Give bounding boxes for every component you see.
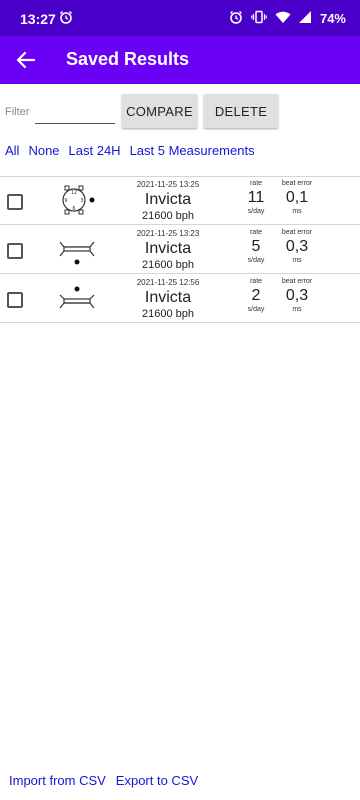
back-arrow-icon[interactable] <box>14 48 38 72</box>
vibrate-icon <box>251 10 267 27</box>
rate-value: 5 <box>251 238 261 255</box>
row-checkbox[interactable] <box>7 194 23 210</box>
beat-error-column: beat error 0,1 ms <box>276 180 318 215</box>
export-csv-link[interactable]: Export to CSV <box>116 773 198 788</box>
rate-column: rate 11 s/day <box>236 180 276 215</box>
filter-toolbar: Filter COMPARE DELETE <box>0 92 360 132</box>
beat-error-value: 0,1 <box>285 189 309 206</box>
beat-error-value: 0,3 <box>285 287 309 304</box>
watch-name: Invicta <box>144 191 192 208</box>
battery-percentage: 74% <box>319 10 346 26</box>
measurement-date: 2021-11-25 12:56 <box>136 278 200 287</box>
alarm-clock-icon <box>229 10 243 27</box>
dial-up-icon: 12 6 9 3 <box>57 183 97 219</box>
beat-error-label: beat error <box>281 180 313 187</box>
select-last-24h-link[interactable]: Last 24H <box>69 143 121 158</box>
alarm-clock-icon <box>59 10 73 29</box>
beat-error-label: beat error <box>281 278 313 285</box>
measurement-date: 2021-11-25 13:23 <box>136 229 200 238</box>
beat-error-label: beat error <box>281 229 313 236</box>
crown-up-icon <box>57 281 97 317</box>
row-checkbox[interactable] <box>7 292 23 308</box>
beat-error-unit: ms <box>292 208 302 215</box>
csv-actions: Import from CSV Export to CSV <box>9 773 198 788</box>
select-last-5-link[interactable]: Last 5 Measurements <box>130 143 255 158</box>
row-checkbox[interactable] <box>7 243 23 259</box>
watch-bph: 21600 bph <box>142 308 194 320</box>
watch-name: Invicta <box>144 289 192 306</box>
select-none-link[interactable]: None <box>28 143 59 158</box>
beat-error-column: beat error 0,3 ms <box>276 278 318 313</box>
page-title: Saved Results <box>66 49 190 69</box>
app-bar: Saved Results <box>0 36 360 84</box>
status-right-icons: 74% <box>229 10 346 26</box>
signal-icon <box>298 10 312 27</box>
svg-text:9: 9 <box>64 198 67 204</box>
result-row[interactable]: 12 6 9 3 2021-11-25 13:25 Invicta 21600 … <box>0 177 360 225</box>
import-csv-link[interactable]: Import from CSV <box>9 773 106 788</box>
rate-column: rate 2 s/day <box>236 278 276 313</box>
rate-unit: s/day <box>247 208 265 215</box>
compare-button[interactable]: COMPARE <box>122 94 197 128</box>
status-time: 13:27 <box>20 11 56 27</box>
wifi-icon <box>275 10 291 27</box>
svg-text:3: 3 <box>80 198 83 204</box>
rate-value: 2 <box>251 287 261 304</box>
beat-error-column: beat error 0,3 ms <box>276 229 318 264</box>
rate-column: rate 5 s/day <box>236 229 276 264</box>
quick-select-links: All None Last 24H Last 5 Measurements <box>5 143 255 158</box>
rate-label: rate <box>249 278 263 285</box>
measurement-date: 2021-11-25 13:25 <box>136 180 200 189</box>
rate-label: rate <box>249 180 263 187</box>
watch-bph: 21600 bph <box>142 259 194 271</box>
beat-error-value: 0,3 <box>285 238 309 255</box>
rate-value: 11 <box>247 189 265 206</box>
svg-text:12: 12 <box>71 190 77 196</box>
rate-label: rate <box>249 229 263 236</box>
filter-input[interactable] <box>35 102 115 124</box>
rate-unit: s/day <box>247 257 265 264</box>
svg-text:6: 6 <box>72 206 75 212</box>
beat-error-unit: ms <box>292 306 302 313</box>
rate-unit: s/day <box>247 306 265 313</box>
crown-down-icon <box>57 232 97 268</box>
watch-name: Invicta <box>144 240 192 257</box>
delete-button[interactable]: DELETE <box>204 94 278 128</box>
select-all-link[interactable]: All <box>5 143 19 158</box>
filter-label: Filter <box>5 106 30 118</box>
result-row[interactable]: 2021-11-25 12:56 Invicta 21600 bph rate … <box>0 275 360 323</box>
status-bar: 13:27 74% <box>0 0 360 36</box>
beat-error-unit: ms <box>292 257 302 264</box>
watch-bph: 21600 bph <box>142 210 194 222</box>
result-row[interactable]: 2021-11-25 13:23 Invicta 21600 bph rate … <box>0 226 360 274</box>
